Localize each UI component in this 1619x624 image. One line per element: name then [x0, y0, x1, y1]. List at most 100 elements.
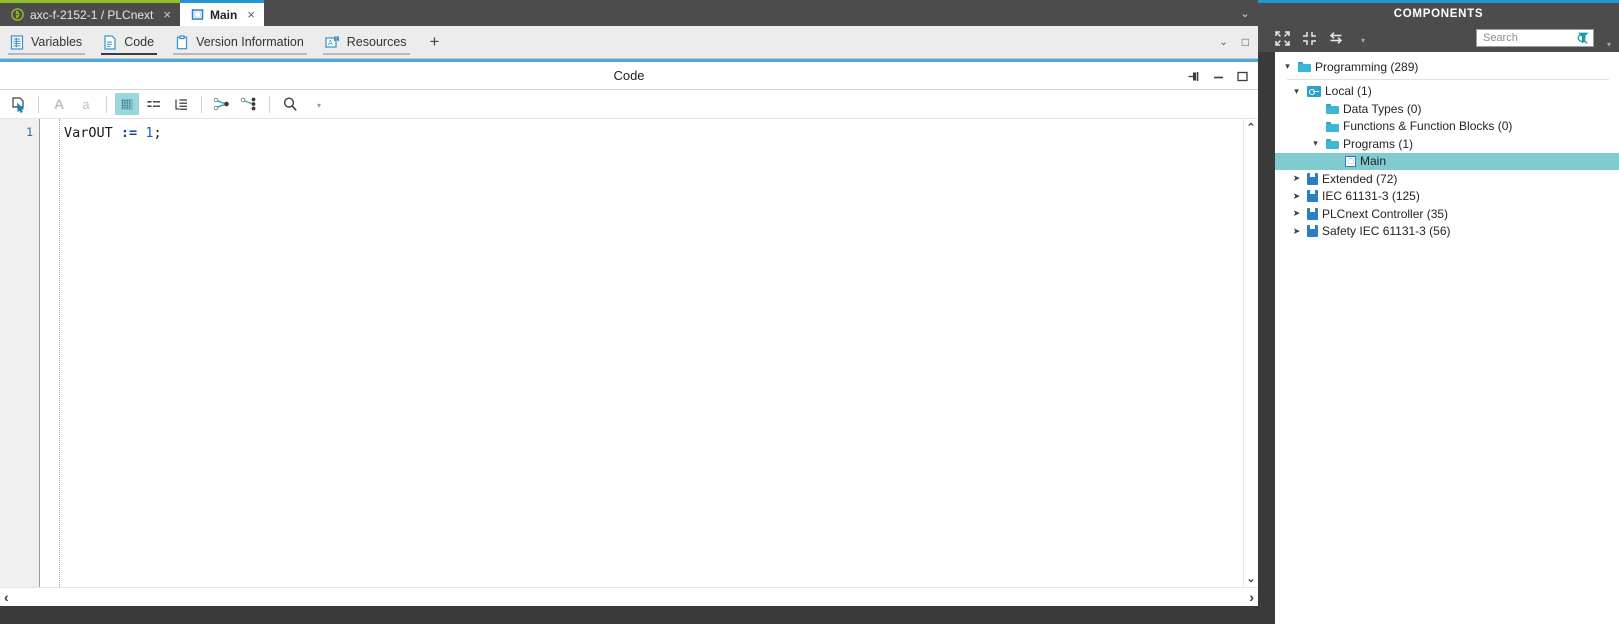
- search-filter-icon[interactable]: [1576, 31, 1590, 45]
- plcnext-project-icon: [11, 8, 24, 21]
- add-tab-button[interactable]: +: [418, 26, 452, 58]
- editor-vertical-scrollbar[interactable]: ⌃ ⌄: [1243, 119, 1258, 587]
- components-panel-title: COMPONENTS: [1258, 0, 1619, 24]
- window-tab-project[interactable]: axc-f-2152-1 / PLCnext ×: [0, 0, 180, 26]
- maximize-icon[interactable]: □: [1242, 35, 1249, 49]
- components-toolbar: ▾ ▾: [1258, 24, 1619, 52]
- components-tree-container: ▾ Programming (289) ▾ Local (1) Data Typ…: [1275, 52, 1619, 624]
- chevron-right-icon[interactable]: ➤: [1290, 173, 1303, 184]
- search-box[interactable]: [1475, 29, 1594, 47]
- tree-item-label: Main: [1360, 154, 1387, 169]
- chevron-right-icon[interactable]: ➤: [1290, 208, 1303, 219]
- tab-variables[interactable]: Variables: [0, 26, 93, 58]
- tab-label: Version Information: [196, 35, 304, 49]
- local-library-icon: [1307, 85, 1321, 97]
- toolbar-separator: [269, 95, 270, 113]
- tab-label: Code: [124, 35, 155, 49]
- scroll-up-icon[interactable]: ⌃: [1246, 121, 1255, 134]
- editor-horizontal-scrollbar[interactable]: ‹ ›: [0, 587, 1258, 606]
- code-line: VarOUT := 1;: [40, 125, 1243, 142]
- scroll-right-icon[interactable]: ›: [1249, 589, 1254, 605]
- tree-item-programs[interactable]: ▾ Programs (1): [1275, 135, 1619, 153]
- variables-table-icon: [10, 34, 24, 50]
- chevron-down-icon[interactable]: ▾: [1281, 61, 1294, 72]
- panel-title-bar: Code: [0, 62, 1258, 90]
- sync-selection-icon[interactable]: [1326, 28, 1346, 48]
- panel-overflow-caret-icon[interactable]: ▾: [1607, 40, 1611, 52]
- expand-all-icon[interactable]: [1272, 28, 1292, 48]
- tab-version-information[interactable]: Version Information: [165, 26, 315, 58]
- folder-icon: [1298, 61, 1311, 73]
- code-token-semicolon: ;: [153, 125, 162, 141]
- window-tab-main[interactable]: Main ×: [180, 0, 264, 26]
- library-icon: [1307, 207, 1318, 220]
- indent-guide: [59, 119, 60, 587]
- toolbar-separator: [106, 95, 107, 113]
- tree-item-label: Data Types (0): [1343, 101, 1422, 116]
- outline-icon[interactable]: [169, 93, 193, 115]
- editor-area: axc-f-2152-1 / PLCnext × Main × ⌄ Variab…: [0, 0, 1258, 624]
- close-icon[interactable]: ×: [159, 8, 171, 21]
- components-tree: ▾ Programming (289) ▾ Local (1) Data Typ…: [1275, 52, 1619, 240]
- folder-icon: [1326, 121, 1339, 132]
- chevron-down-icon[interactable]: ⌄: [1219, 37, 1227, 48]
- tree-item-plcnext-controller[interactable]: ➤ PLCnext Controller (35): [1275, 205, 1619, 223]
- show-whitespace-icon[interactable]: [115, 93, 139, 115]
- chevron-down-icon: ⌄: [1240, 7, 1250, 20]
- chevron-right-icon[interactable]: ➤: [1290, 191, 1303, 202]
- code-text-area[interactable]: VarOUT := 1;: [40, 119, 1243, 587]
- scroll-down-icon[interactable]: ⌄: [1246, 572, 1255, 585]
- plus-icon: +: [429, 32, 440, 51]
- code-token-variable: VarOUT: [64, 125, 113, 141]
- window-tabs-overflow-button[interactable]: ⌄: [1232, 0, 1258, 26]
- line-number-gutter: 1: [0, 119, 40, 587]
- tree-item-local[interactable]: ▾ Local (1): [1275, 83, 1619, 101]
- tab-label: Variables: [31, 35, 83, 49]
- library-icon: [1307, 172, 1318, 185]
- components-title-label: COMPONENTS: [1393, 7, 1484, 20]
- tree-item-data-types[interactable]: Data Types (0): [1275, 100, 1619, 118]
- tab-code[interactable]: Code: [93, 26, 165, 58]
- chevron-down-icon[interactable]: ▾: [1290, 86, 1303, 97]
- tree-item-label: Local (1): [1325, 84, 1372, 99]
- lowercase-a-icon[interactable]: a: [74, 93, 98, 115]
- tree-item-iec-61131-3[interactable]: ➤ IEC 61131-3 (125): [1275, 188, 1619, 206]
- pin-icon[interactable]: [1188, 71, 1200, 82]
- tab-resources[interactable]: A * Resources: [315, 26, 418, 58]
- close-icon[interactable]: ×: [243, 8, 255, 21]
- expand-nodes-icon[interactable]: [210, 93, 234, 115]
- application-window: axc-f-2152-1 / PLCnext × Main × ⌄ Variab…: [0, 0, 1619, 624]
- uppercase-A-icon[interactable]: A: [47, 93, 71, 115]
- editor-toolbar: A a ▾: [0, 90, 1258, 119]
- search-input[interactable]: [1482, 32, 1576, 44]
- code-panel: Code A a ▾ 1 VarOUT:= 1; ⌃ ⌄ ‹ ›: [0, 59, 1258, 624]
- maximize-icon[interactable]: [1237, 71, 1248, 82]
- search-icon[interactable]: [278, 93, 302, 115]
- select-pointer-icon[interactable]: [6, 93, 30, 115]
- scroll-left-icon[interactable]: ‹: [4, 589, 9, 605]
- chevron-down-icon[interactable]: ▾: [1309, 138, 1322, 149]
- indent-guides-icon[interactable]: [142, 93, 166, 115]
- tree-item-programming[interactable]: ▾ Programming (289): [1275, 58, 1619, 76]
- resources-icon: A *: [325, 35, 340, 50]
- panel-window-controls: [1188, 62, 1248, 90]
- tree-item-main[interactable]: Main: [1275, 152, 1619, 170]
- code-editor[interactable]: 1 VarOUT := 1; ⌃ ⌄: [0, 119, 1258, 587]
- tab-underline: [101, 53, 158, 55]
- tree-item-label: Functions & Function Blocks (0): [1343, 119, 1513, 134]
- overflow-caret-icon[interactable]: ▾: [307, 96, 331, 118]
- toolbar-overflow-caret-icon[interactable]: ▾: [1353, 32, 1373, 52]
- collapse-nodes-icon[interactable]: [237, 93, 261, 115]
- collapse-all-icon[interactable]: [1299, 28, 1319, 48]
- window-tab-bar: axc-f-2152-1 / PLCnext × Main × ⌄: [0, 0, 1258, 26]
- tree-item-extended[interactable]: ➤ Extended (72): [1275, 170, 1619, 188]
- tree-item-functions-and-function-blocks[interactable]: Functions & Function Blocks (0): [1275, 118, 1619, 136]
- chevron-right-icon[interactable]: ➤: [1290, 226, 1303, 237]
- tree-item-label: Safety IEC 61131-3 (56): [1322, 224, 1451, 239]
- tree-item-safety-iec-61131-3[interactable]: ➤ Safety IEC 61131-3 (56): [1275, 223, 1619, 241]
- tab-label: Resources: [346, 35, 407, 49]
- minimize-icon[interactable]: [1213, 71, 1224, 82]
- code-document-icon: [103, 34, 117, 50]
- line-number: 1: [26, 125, 33, 139]
